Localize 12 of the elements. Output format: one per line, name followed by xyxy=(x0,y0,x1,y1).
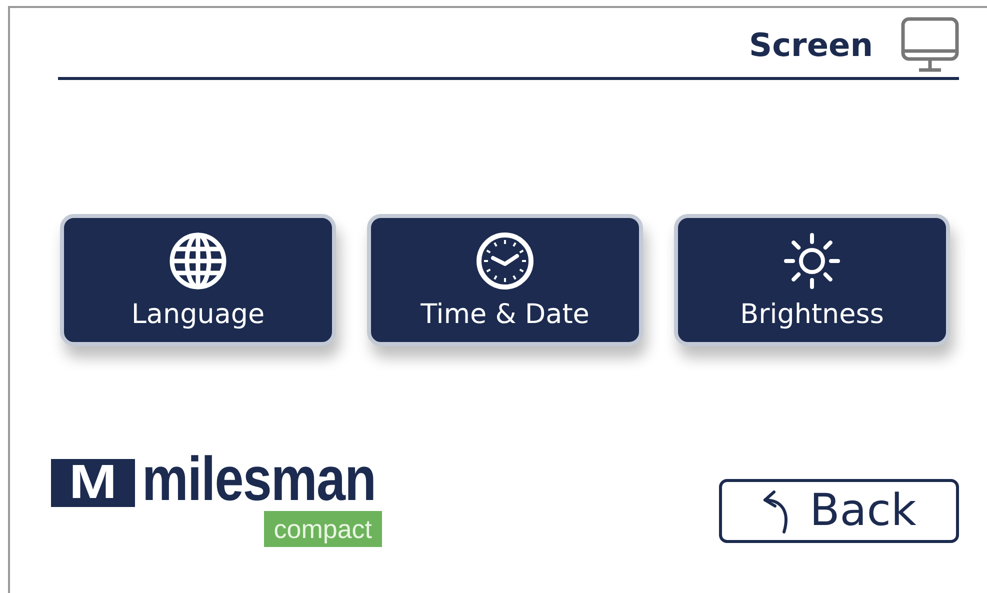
menu-button[interactable]: Brightness xyxy=(674,214,950,346)
menu-button[interactable]: Time & Date xyxy=(367,214,643,346)
logo-wordmark: milesman xyxy=(142,454,376,507)
screen-title: Screen xyxy=(749,26,873,64)
monitor-icon xyxy=(901,16,959,72)
back-button[interactable]: Back xyxy=(719,478,959,543)
menu-button[interactable]: Language xyxy=(60,214,336,346)
sun-icon xyxy=(782,230,842,290)
logo-mark: M xyxy=(51,458,135,507)
logo-tagline: compact xyxy=(264,510,382,547)
clock-icon xyxy=(475,230,535,290)
globe-icon xyxy=(168,230,228,290)
